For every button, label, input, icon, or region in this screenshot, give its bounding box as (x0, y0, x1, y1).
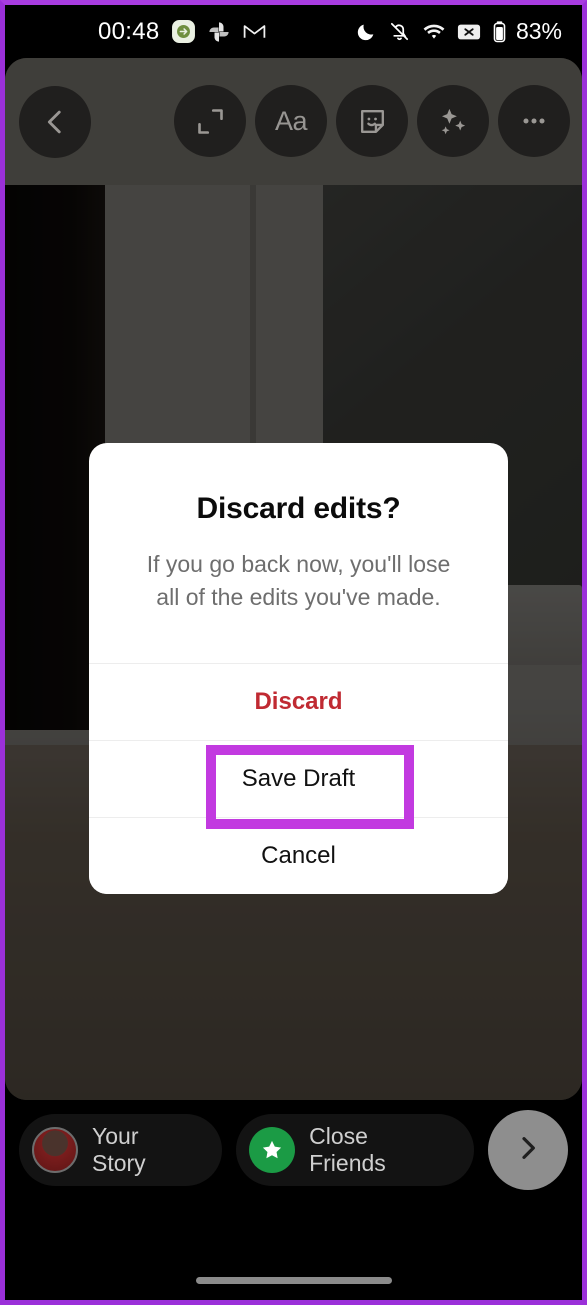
discard-edits-dialog: Discard edits? If you go back now, you'l… (89, 443, 508, 894)
battery-icon (492, 20, 507, 44)
notifications-muted-icon (388, 20, 411, 43)
phone-screen: 00:48 83% Aa Discard edits? If you go ba… (5, 5, 582, 1300)
dialog-actions: Discard Save Draft Cancel (89, 663, 508, 894)
chevron-right-icon (512, 1132, 544, 1169)
gmail-icon (242, 19, 267, 44)
share-bar: Your Story Close Friends (5, 1100, 582, 1200)
cancel-button[interactable]: Cancel (89, 817, 508, 894)
battery-percent-label: 83% (515, 18, 562, 44)
save-draft-button[interactable]: Save Draft (89, 740, 508, 817)
google-photos-icon (207, 20, 231, 44)
do-not-disturb-moon-icon (355, 21, 377, 43)
dialog-message: If you go back now, you'll lose all of t… (146, 551, 451, 610)
next-button[interactable] (488, 1110, 568, 1190)
your-story-label: Your Story (92, 1123, 146, 1176)
avatar (32, 1127, 78, 1173)
wifi-icon (422, 20, 446, 44)
dialog-header: Discard edits? If you go back now, you'l… (89, 443, 508, 613)
dialog-title: Discard edits? (196, 492, 401, 525)
close-friends-chip[interactable]: Close Friends (236, 1114, 474, 1186)
screenshot-frame: 00:48 83% Aa Discard edits? If you go ba… (0, 0, 587, 1305)
status-bar: 00:48 83% (5, 5, 582, 58)
status-bar-right-group: 83% (355, 5, 562, 58)
navigation-gesture-pill[interactable] (195, 1277, 392, 1284)
message-icon (171, 19, 196, 44)
close-friends-star-icon (249, 1127, 296, 1173)
status-bar-left-group: 00:48 (98, 5, 267, 58)
status-clock: 00:48 (98, 17, 160, 45)
no-sim-icon (457, 22, 481, 42)
your-story-chip[interactable]: Your Story (19, 1114, 223, 1186)
discard-button[interactable]: Discard (89, 663, 508, 740)
close-friends-label: Close Friends (309, 1123, 386, 1176)
